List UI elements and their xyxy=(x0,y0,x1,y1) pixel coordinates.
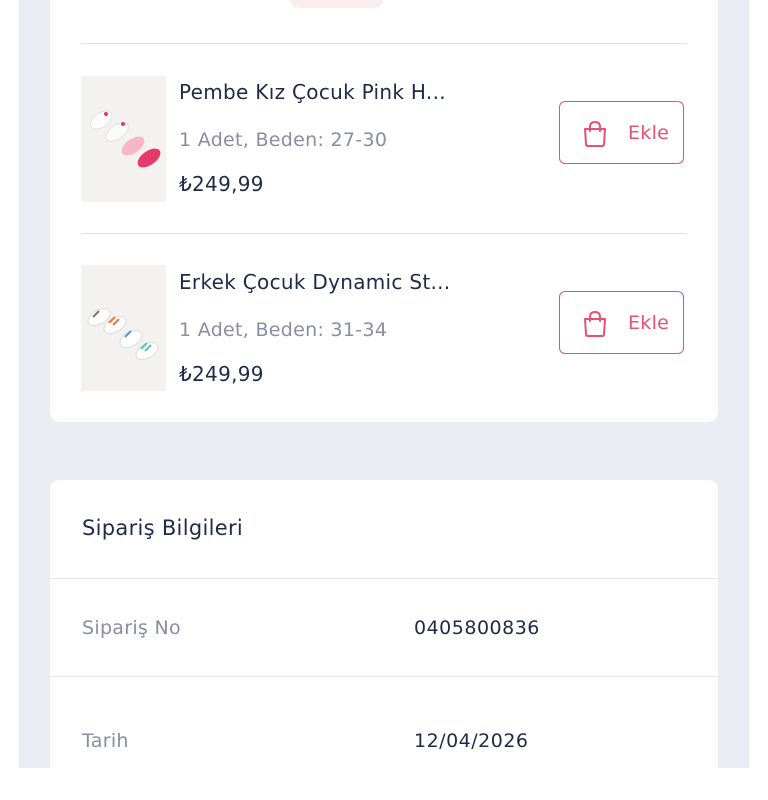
divider xyxy=(50,578,718,579)
status-pill xyxy=(290,0,384,8)
striped-socks-image xyxy=(81,265,166,391)
date-label: Tarih xyxy=(82,730,129,752)
shopping-bag-icon xyxy=(584,120,606,147)
shopping-bag-icon xyxy=(584,310,606,337)
product-quantity-size: 1 Adet, Beden: 31-34 xyxy=(179,319,388,341)
order-number-value: 0405800836 xyxy=(414,617,540,639)
product-name[interactable]: Pembe Kız Çocuk Pink H... xyxy=(179,80,446,104)
add-to-cart-button[interactable]: Ekle xyxy=(559,101,684,164)
product-image[interactable] xyxy=(81,76,166,202)
product-image[interactable] xyxy=(81,265,166,391)
product-price: ₺249,99 xyxy=(179,362,264,386)
add-button-label: Ekle xyxy=(628,122,670,144)
product-price: ₺249,99 xyxy=(179,172,264,196)
divider xyxy=(81,43,687,44)
divider xyxy=(81,233,687,234)
add-button-label: Ekle xyxy=(628,312,670,334)
section-title: Sipariş Bilgileri xyxy=(82,516,244,540)
pink-socks-image xyxy=(81,76,166,202)
add-to-cart-button[interactable]: Ekle xyxy=(559,291,684,354)
divider xyxy=(50,676,718,677)
order-info-card: Sipariş Bilgileri Sipariş No 0405800836 … xyxy=(50,480,718,800)
date-value: 12/04/2026 xyxy=(414,730,529,752)
order-number-label: Sipariş No xyxy=(82,617,181,639)
product-quantity-size: 1 Adet, Beden: 27-30 xyxy=(179,129,388,151)
product-name[interactable]: Erkek Çocuk Dynamic St... xyxy=(179,270,450,294)
order-items-card: Pembe Kız Çocuk Pink H... 1 Adet, Beden:… xyxy=(50,0,718,422)
